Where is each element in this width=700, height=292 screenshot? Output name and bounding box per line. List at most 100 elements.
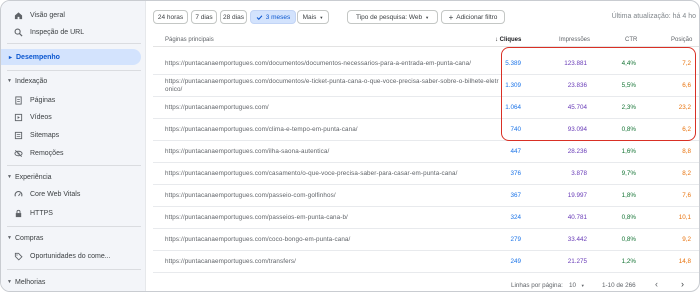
sidebar-item-https[interactable]: HTTPS xyxy=(1,206,146,220)
sidebar-item-label: Sitemaps xyxy=(30,131,60,139)
search-type-dropdown[interactable]: Tipo de pesquisa: Web ▼ xyxy=(347,10,438,24)
sidebar-item-core-web-vitals[interactable]: Core Web Vitals xyxy=(1,187,146,201)
divider xyxy=(7,43,141,44)
range-more-button[interactable]: Mais ▼ xyxy=(297,10,329,24)
lock-icon xyxy=(13,208,23,218)
next-page-button[interactable]: › xyxy=(681,279,684,289)
search-icon xyxy=(13,27,23,37)
sidebar-item-overview[interactable]: Visão geral xyxy=(1,8,146,22)
page-url[interactable]: https://puntacanaemportugues.com/documen… xyxy=(165,60,471,67)
impressions-value: 28.236 xyxy=(567,148,587,155)
table-header: Páginas principais ↓ Cliques Impressões … xyxy=(153,33,699,47)
position-value: 7,6 xyxy=(682,192,691,199)
ctr-value: 1,2% xyxy=(621,258,636,265)
table-row[interactable]: https://puntacanaemportugues.com/casamen… xyxy=(153,163,699,185)
sidebar-item-removals[interactable]: Remoções xyxy=(1,146,146,160)
chip-label: 28 dias xyxy=(223,13,244,21)
page-url[interactable]: https://puntacanaemportugues.com/casamen… xyxy=(165,170,457,177)
ctr-value: 1,6% xyxy=(621,148,636,155)
page-url[interactable]: https://puntacanaemportugues.com/transfe… xyxy=(165,258,296,265)
table-row[interactable]: https://puntacanaemportugues.com/transfe… xyxy=(153,251,699,273)
header-position[interactable]: Posição xyxy=(671,37,692,43)
header-impressions[interactable]: Impressões xyxy=(559,37,590,43)
caret-down-icon: ▼ xyxy=(580,283,585,288)
section-label: Melhorias xyxy=(15,278,46,286)
sidebar-section-shopping[interactable]: ▼ Compras xyxy=(1,232,146,244)
ctr-value: 0,8% xyxy=(621,236,636,243)
sidebar-item-videos[interactable]: Vídeos xyxy=(1,110,146,124)
divider xyxy=(7,269,141,270)
chip-label: Mais xyxy=(302,13,317,21)
range-24h-button[interactable]: 24 horas xyxy=(153,10,188,24)
impressions-value: 33.442 xyxy=(567,236,587,243)
chevron-down-icon: ▼ xyxy=(7,78,12,84)
position-value: 10,1 xyxy=(678,214,691,221)
range-3m-button[interactable]: 3 meses xyxy=(250,10,296,24)
page-url[interactable]: https://puntacanaemportugues.com/documen… xyxy=(165,78,499,85)
pages-icon xyxy=(13,95,23,105)
impressions-value: 21.275 xyxy=(567,258,587,265)
position-value: 8,8 xyxy=(682,148,691,155)
page-range: 1-10 de 266 xyxy=(602,282,636,289)
header-ctr[interactable]: CTR xyxy=(625,37,637,43)
range-28d-button[interactable]: 28 dias xyxy=(220,10,247,24)
rows-per-page-value: 10 xyxy=(569,282,577,289)
page-url[interactable]: onico/ xyxy=(165,86,182,93)
page-url[interactable]: https://puntacanaemportugues.com/coco-bo… xyxy=(165,236,350,243)
sidebar-item-label: Vídeos xyxy=(30,113,52,121)
check-icon xyxy=(256,14,263,21)
chip-label: Tipo de pesquisa: Web xyxy=(355,13,423,21)
sidebar-item-sitemaps[interactable]: Sitemaps xyxy=(1,128,146,142)
chevron-down-icon: ▼ xyxy=(7,235,12,241)
chevron-down-icon: ▼ xyxy=(7,174,12,180)
sidebar-item-merchant-opportunities[interactable]: Oportunidades do come... xyxy=(1,249,146,263)
sidebar-item-label: Visão geral xyxy=(30,11,65,19)
table-row[interactable]: https://puntacanaemportugues.com/passeio… xyxy=(153,207,699,229)
sidebar-item-label: Páginas xyxy=(30,96,56,104)
ctr-value: 9,7% xyxy=(621,170,636,177)
chevron-down-icon: ▼ xyxy=(7,279,12,285)
clicks-value: 376 xyxy=(510,170,521,177)
caret-down-icon: ▼ xyxy=(425,14,430,20)
chip-label: 3 meses xyxy=(265,13,291,21)
ctr-value: 0,8% xyxy=(621,214,636,221)
sidebar-item-url-inspection[interactable]: Inspeção de URL xyxy=(1,25,146,39)
header-clicks-sort[interactable]: ↓ Cliques xyxy=(495,37,521,43)
clicks-value: 324 xyxy=(510,214,521,221)
divider xyxy=(7,165,141,166)
sidebar-section-experience[interactable]: ▼ Experiência xyxy=(1,171,146,183)
add-filter-button[interactable]: + Adicionar filtro xyxy=(441,10,505,24)
sidebar-item-pages[interactable]: Páginas xyxy=(1,93,146,107)
clicks-value: 249 xyxy=(510,258,521,265)
sidebar-item-label: HTTPS xyxy=(30,209,53,217)
impressions-value: 3.878 xyxy=(571,170,587,177)
chip-label: 7 dias xyxy=(195,13,213,21)
page-url[interactable]: https://puntacanaemportugues.com/passeio… xyxy=(165,214,348,221)
table-row[interactable]: https://puntacanaemportugues.com/passeio… xyxy=(153,185,699,207)
table-row[interactable]: https://puntacanaemportugues.com/ilha-sa… xyxy=(153,141,699,163)
table-row[interactable]: https://puntacanaemportugues.com/coco-bo… xyxy=(153,229,699,251)
clicks-value: 447 xyxy=(510,148,521,155)
tag-icon xyxy=(13,251,23,261)
sidebar-section-enhancements[interactable]: ▼ Melhorias xyxy=(1,276,146,288)
range-7d-button[interactable]: 7 dias xyxy=(191,10,217,24)
sidebar-section-indexing[interactable]: ▼ Indexação xyxy=(1,75,146,87)
sidebar-item-label: Core Web Vitals xyxy=(30,190,81,198)
sidebar: Visão geral Inspeção de URL Desempenho ▼… xyxy=(1,1,146,291)
position-value: 8,2 xyxy=(682,170,691,177)
impressions-value: 40.781 xyxy=(567,214,587,221)
sidebar-item-performance[interactable]: Desempenho xyxy=(1,49,141,65)
position-value: 14,8 xyxy=(678,258,691,265)
page-url[interactable]: https://puntacanaemportugues.com/passeio… xyxy=(165,192,336,199)
page-url[interactable]: https://puntacanaemportugues.com/clima-e… xyxy=(165,126,358,133)
section-label: Compras xyxy=(15,234,44,242)
search-console-window: Visão geral Inspeção de URL Desempenho ▼… xyxy=(0,0,700,292)
page-url[interactable]: https://puntacanaemportugues.com/ xyxy=(165,104,269,111)
header-pages: Páginas principais xyxy=(165,37,214,43)
page-url[interactable]: https://puntacanaemportugues.com/ilha-sa… xyxy=(165,148,329,155)
video-icon xyxy=(13,112,23,122)
highlight-box xyxy=(501,47,696,141)
prev-page-button[interactable]: ‹ xyxy=(655,279,658,289)
rows-per-page-select[interactable]: 10 ▼ xyxy=(569,282,585,289)
divider xyxy=(7,70,141,71)
